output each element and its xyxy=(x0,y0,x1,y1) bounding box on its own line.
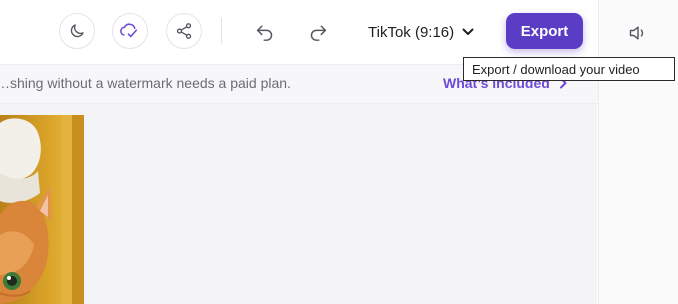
toolbar-divider xyxy=(221,18,222,44)
banner-message: …shing without a watermark needs a paid … xyxy=(0,75,291,91)
redo-button[interactable] xyxy=(304,18,332,46)
export-tooltip: Export / download your video xyxy=(463,57,675,81)
video-thumbnail[interactable] xyxy=(0,115,84,304)
editor-canvas xyxy=(0,104,597,304)
cat-chef-image xyxy=(0,115,84,304)
aspect-ratio-label: TikTok (9:16) xyxy=(368,23,455,41)
right-panel xyxy=(598,0,678,304)
aspect-ratio-select[interactable]: TikTok (9:16) xyxy=(368,21,474,43)
chevron-down-icon xyxy=(462,28,474,35)
volume-button[interactable] xyxy=(628,24,648,42)
export-button[interactable]: Export xyxy=(506,13,583,49)
share-button[interactable] xyxy=(166,13,202,49)
share-icon xyxy=(176,23,192,39)
cloud-sync-button[interactable] xyxy=(112,13,148,49)
theme-toggle-button[interactable] xyxy=(59,13,95,49)
top-toolbar: TikTok (9:16) Export xyxy=(0,0,598,65)
undo-button[interactable] xyxy=(251,18,279,46)
cloud-sync-icon xyxy=(120,23,138,38)
volume-icon xyxy=(629,26,644,40)
redo-icon xyxy=(310,25,327,41)
moon-icon xyxy=(70,24,84,38)
undo-icon xyxy=(256,25,273,41)
